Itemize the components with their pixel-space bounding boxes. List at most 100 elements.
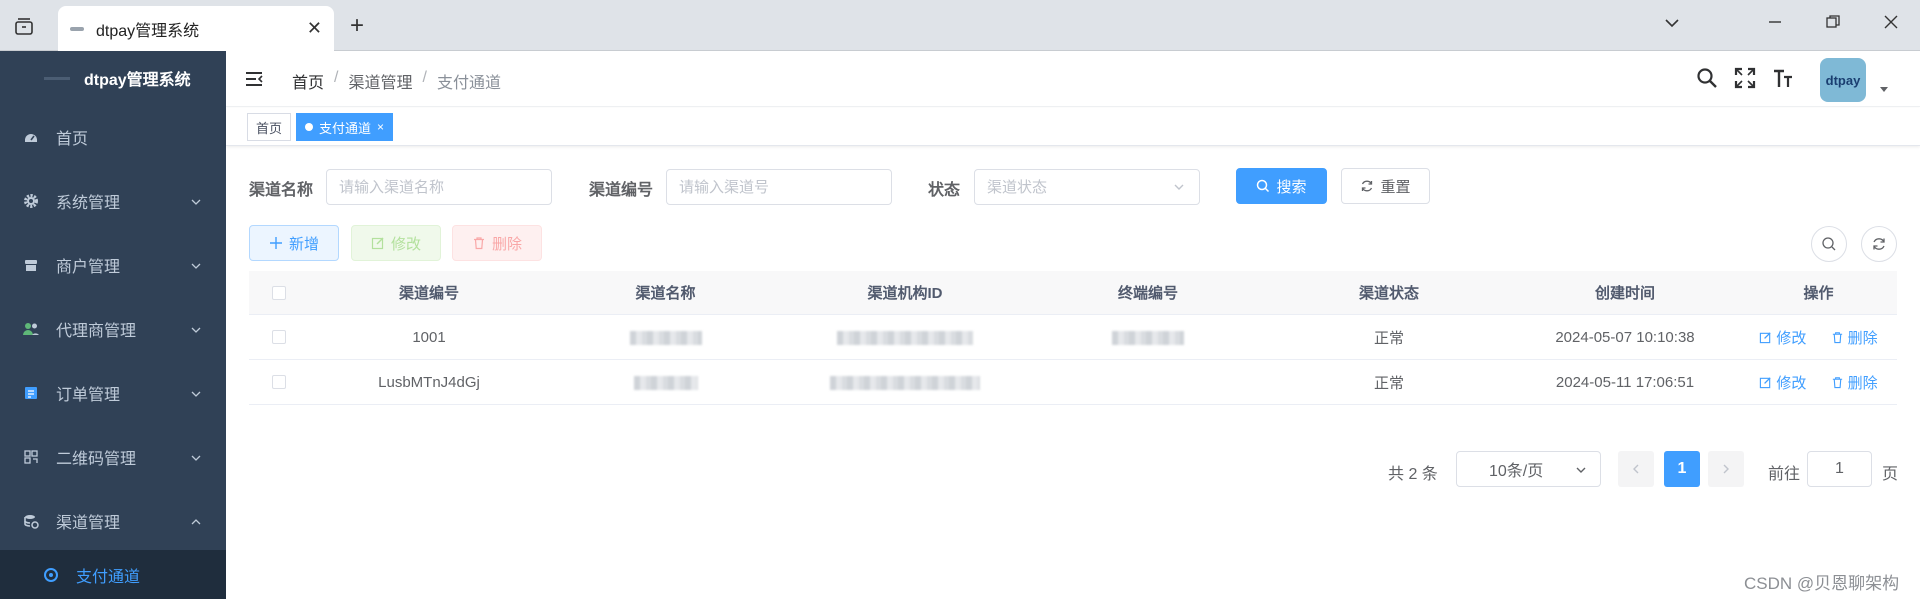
refresh-icon bbox=[1873, 238, 1885, 250]
sidebar-item-home[interactable]: 首页 bbox=[0, 105, 226, 169]
row-delete-link[interactable]: 删除 bbox=[1831, 327, 1878, 348]
created-cell: 2024-05-11 17:06:51 bbox=[1555, 373, 1695, 391]
breadcrumb-separator: / bbox=[334, 69, 339, 86]
search-button[interactable]: 搜索 bbox=[1236, 168, 1327, 204]
restore-icon[interactable] bbox=[1825, 14, 1841, 35]
dashboard-icon bbox=[22, 128, 40, 146]
sidebar-item-merchant[interactable]: 商户管理 bbox=[0, 233, 226, 297]
edit-icon bbox=[1760, 331, 1771, 343]
order-icon bbox=[22, 384, 40, 402]
row-select-cell bbox=[249, 375, 309, 389]
sidebar-item-label: 首页 bbox=[56, 131, 89, 148]
row-delete-label: 删除 bbox=[1847, 374, 1878, 392]
breadcrumb-channel[interactable]: 渠道管理 bbox=[348, 69, 412, 93]
reset-button[interactable]: 重置 bbox=[1341, 168, 1430, 204]
browser-tab-title: dtpay管理系统 bbox=[96, 22, 200, 40]
row-checkbox[interactable] bbox=[272, 375, 286, 389]
tab-actions-icon[interactable] bbox=[10, 14, 38, 40]
channel-name-label: 渠道名称 bbox=[249, 182, 314, 199]
prev-page-button[interactable] bbox=[1618, 451, 1654, 487]
pagination-total: 共 2 条 bbox=[1388, 466, 1438, 483]
sidebar-item-channel[interactable]: 渠道管理 bbox=[0, 489, 226, 553]
edit-button[interactable]: 修改 bbox=[351, 225, 441, 261]
goto-prefix: 前往 bbox=[1768, 466, 1801, 483]
refresh-icon bbox=[1362, 180, 1373, 192]
redacted-value bbox=[1112, 330, 1184, 345]
column-header: 渠道状态 bbox=[1358, 285, 1419, 302]
sidebar: dtpay管理系统 首页 系统管理 商户管理 代理商管理 订单管理 二维码管理 … bbox=[0, 51, 226, 599]
tag-payment-channel[interactable]: 支付通道 × bbox=[296, 113, 394, 141]
chevron-down-icon bbox=[1172, 180, 1186, 198]
channel-name-input[interactable] bbox=[326, 169, 552, 205]
tab-list-icon[interactable] bbox=[1663, 14, 1681, 37]
sidebar-item-order[interactable]: 订单管理 bbox=[0, 361, 226, 425]
row-delete-label: 删除 bbox=[1847, 329, 1878, 347]
sidebar-item-agent[interactable]: 代理商管理 bbox=[0, 297, 226, 361]
close-icon[interactable]: × bbox=[377, 120, 384, 134]
operations-cell: 修改 删除 bbox=[1740, 372, 1897, 393]
row-select-cell bbox=[249, 330, 309, 344]
chevron-up-icon bbox=[190, 515, 202, 533]
page-size-select[interactable]: 10条/页 bbox=[1456, 451, 1601, 487]
refresh-button[interactable] bbox=[1861, 226, 1897, 262]
chevron-down-icon bbox=[190, 387, 202, 405]
redacted-value bbox=[830, 375, 980, 390]
avatar[interactable]: dtpay bbox=[1820, 58, 1866, 102]
fullscreen-icon[interactable] bbox=[1734, 67, 1756, 93]
watermark: CSDN @贝恩聊架构 bbox=[1744, 574, 1900, 593]
font-size-icon[interactable] bbox=[1772, 67, 1794, 93]
channel-code-input[interactable] bbox=[666, 169, 892, 205]
chevron-down-icon bbox=[190, 451, 202, 469]
goto-suffix: 页 bbox=[1882, 466, 1899, 483]
trash-icon bbox=[473, 237, 484, 250]
channel-name-cell bbox=[549, 374, 782, 391]
sidebar-header: dtpay管理系统 bbox=[0, 51, 226, 105]
row-delete-link[interactable]: 删除 bbox=[1831, 372, 1878, 393]
edit-icon bbox=[1760, 376, 1771, 388]
page-number-current[interactable]: 1 bbox=[1664, 451, 1700, 487]
close-tab-icon[interactable]: ✕ bbox=[307, 18, 322, 39]
row-edit-label: 修改 bbox=[1776, 374, 1807, 392]
chevron-down-icon bbox=[1576, 467, 1586, 473]
toggle-search-button[interactable] bbox=[1811, 226, 1847, 262]
delete-button[interactable]: 删除 bbox=[452, 225, 542, 261]
search-icon bbox=[1257, 179, 1270, 193]
add-button[interactable]: 新增 bbox=[249, 225, 339, 261]
search-icon bbox=[1822, 237, 1836, 251]
sidebar-item-label: 渠道管理 bbox=[56, 515, 121, 532]
row-edit-link[interactable]: 修改 bbox=[1759, 327, 1806, 348]
redacted-value bbox=[837, 330, 973, 345]
channel-icon bbox=[22, 512, 40, 530]
row-checkbox[interactable] bbox=[272, 330, 286, 344]
tag-home[interactable]: 首页 bbox=[247, 113, 292, 141]
sidebar-subitem-payment-channel[interactable]: 支付通道 bbox=[0, 550, 226, 599]
browser-tab[interactable]: dtpay管理系统 ✕ bbox=[58, 6, 334, 51]
status-cell: 正常 bbox=[1373, 329, 1404, 347]
sidebar-subitem-label: 支付通道 bbox=[76, 568, 141, 586]
caret-down-icon[interactable] bbox=[1880, 87, 1888, 92]
reset-button-label: 重置 bbox=[1380, 178, 1411, 196]
status-select[interactable] bbox=[974, 169, 1200, 205]
breadcrumb-home[interactable]: 首页 bbox=[292, 69, 324, 93]
new-tab-button[interactable]: + bbox=[350, 12, 364, 40]
sidebar-item-qrcode[interactable]: 二维码管理 bbox=[0, 425, 226, 489]
sidebar-item-label: 商户管理 bbox=[56, 259, 121, 276]
hamburger-icon[interactable] bbox=[244, 69, 264, 93]
next-page-button[interactable] bbox=[1708, 451, 1744, 487]
minimize-icon[interactable] bbox=[1767, 14, 1783, 35]
operations-cell: 修改 删除 bbox=[1740, 327, 1897, 348]
column-header: 渠道名称 bbox=[635, 285, 696, 302]
column-header: 渠道机构ID bbox=[867, 285, 943, 302]
favicon-icon bbox=[70, 26, 84, 31]
row-edit-link[interactable]: 修改 bbox=[1759, 372, 1806, 393]
search-icon[interactable] bbox=[1696, 67, 1718, 93]
tag-label: 首页 bbox=[256, 120, 283, 136]
select-all-checkbox[interactable] bbox=[272, 285, 286, 300]
sidebar-item-system[interactable]: 系统管理 bbox=[0, 169, 226, 233]
trash-icon bbox=[1832, 376, 1842, 388]
navbar: 首页 / 渠道管理 / 支付通道 dtpay bbox=[226, 51, 1920, 107]
goto-page-input[interactable] bbox=[1807, 451, 1872, 487]
close-window-icon[interactable] bbox=[1883, 14, 1899, 35]
breadcrumb-current: 支付通道 bbox=[436, 75, 501, 92]
tags-view: 首页 支付通道 × bbox=[226, 108, 1920, 146]
